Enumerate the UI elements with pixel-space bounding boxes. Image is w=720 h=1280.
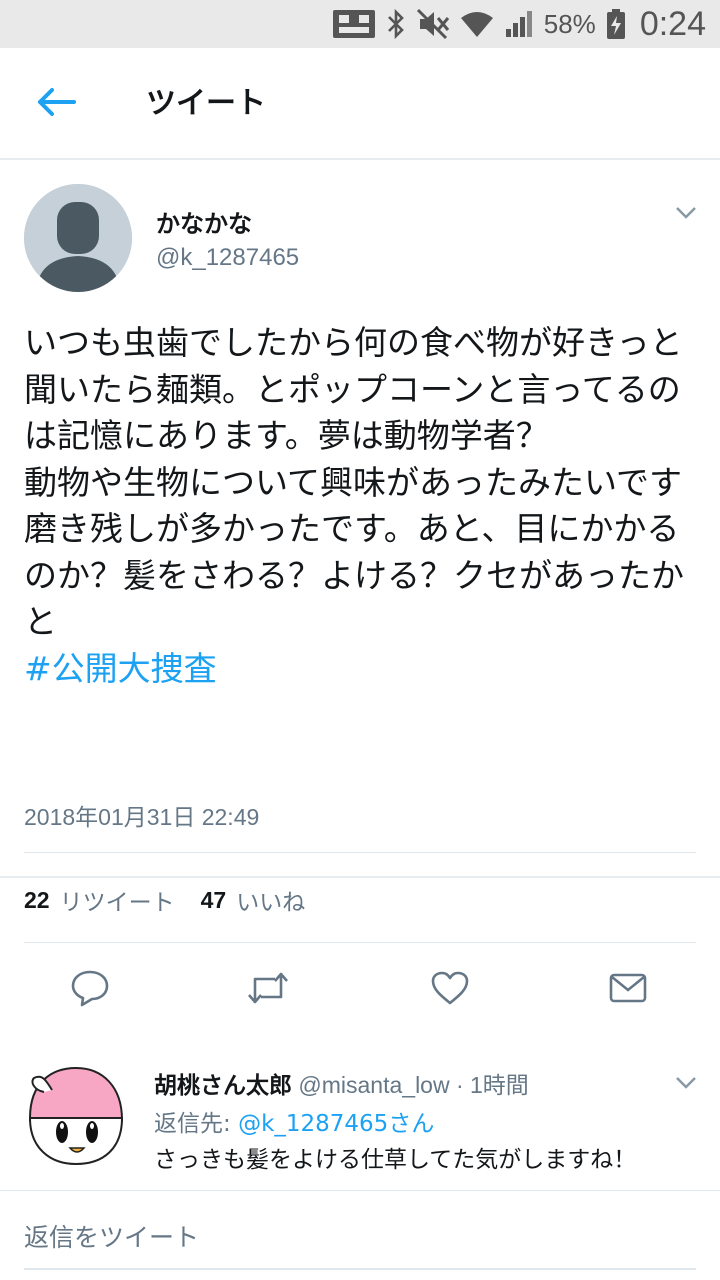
reply-icon xyxy=(70,969,110,1011)
divider xyxy=(24,942,696,943)
mute-icon xyxy=(416,8,450,40)
tweet-text: いつも虫歯でしたから何の食べ物が好きっと聞いたら麺類。とポップコーンと言ってるの… xyxy=(24,320,704,692)
retweet-icon xyxy=(245,971,291,1009)
app-bar: ツイート xyxy=(0,48,720,160)
bluetooth-icon xyxy=(386,8,406,40)
tweet-menu-button[interactable] xyxy=(672,202,700,226)
reply-to-label: 返信先: xyxy=(154,1111,239,1137)
chevron-down-icon xyxy=(675,205,697,224)
chevron-down-icon xyxy=(675,1075,697,1094)
sim-card-icon xyxy=(332,9,376,39)
signal-icon xyxy=(504,9,534,39)
default-profile-icon xyxy=(24,184,132,292)
back-button[interactable] xyxy=(28,82,84,126)
status-time: 0:24 xyxy=(639,4,706,43)
screen-name[interactable]: @k_1287465 xyxy=(156,244,299,272)
arrow-left-icon xyxy=(36,87,76,121)
reply-header: 胡桃さん太郎 @misanta_low · 1時間 xyxy=(154,1066,529,1100)
reply-avatar[interactable] xyxy=(22,1060,128,1168)
divider xyxy=(24,852,696,853)
tweet-body: いつも虫歯でしたから何の食べ物が好きっと聞いたら麺類。とポップコーンと言ってるの… xyxy=(24,323,684,641)
tweet-stats: 22 リツイート 47 いいね xyxy=(24,882,331,918)
reply-meta: @misanta_low · 1時間 xyxy=(292,1072,529,1098)
reply-to: 返信先: @k_1287465さん xyxy=(154,1104,434,1138)
mail-icon xyxy=(608,972,648,1008)
reply-text: さっきも髪をよける仕草してた気がしますね！ xyxy=(154,1147,637,1173)
tweet-actions xyxy=(0,970,720,1010)
like-count[interactable]: 47 xyxy=(201,887,227,914)
retweet-button[interactable] xyxy=(246,970,290,1010)
battery-percent: 58% xyxy=(543,8,596,39)
tweet-timestamp: 2018年01月31日 22:49 xyxy=(24,804,260,830)
like-button[interactable] xyxy=(428,970,472,1010)
status-bar: 58% 0:24 xyxy=(0,0,720,48)
reply-to-handle[interactable]: @k_1287465さん xyxy=(238,1111,434,1137)
share-button[interactable] xyxy=(606,970,650,1010)
avatar[interactable] xyxy=(24,184,132,292)
section-separator xyxy=(0,876,720,878)
heart-icon xyxy=(430,970,470,1010)
display-name[interactable]: かなかな xyxy=(156,204,252,239)
wifi-icon xyxy=(460,10,494,38)
retweet-label[interactable]: リツイート xyxy=(60,883,175,917)
battery-charging-icon xyxy=(606,8,626,40)
cartoon-avatar-icon xyxy=(28,1066,124,1166)
like-label[interactable]: いいね xyxy=(236,883,305,917)
hashtag-link[interactable]: #公開大捜査 xyxy=(24,649,217,688)
page-title: ツイート xyxy=(146,86,266,121)
reply-display-name[interactable]: 胡桃さん太郎 xyxy=(154,1073,292,1099)
reply-menu-button[interactable] xyxy=(672,1072,700,1096)
status-bar-icons: 58% 0:24 xyxy=(332,0,706,48)
reply-button[interactable] xyxy=(68,970,112,1010)
divider xyxy=(0,1190,720,1191)
reply-compose-input[interactable]: 返信をツイート xyxy=(24,1218,199,1254)
retweet-count[interactable]: 22 xyxy=(24,887,50,914)
compose-underline xyxy=(24,1268,696,1270)
